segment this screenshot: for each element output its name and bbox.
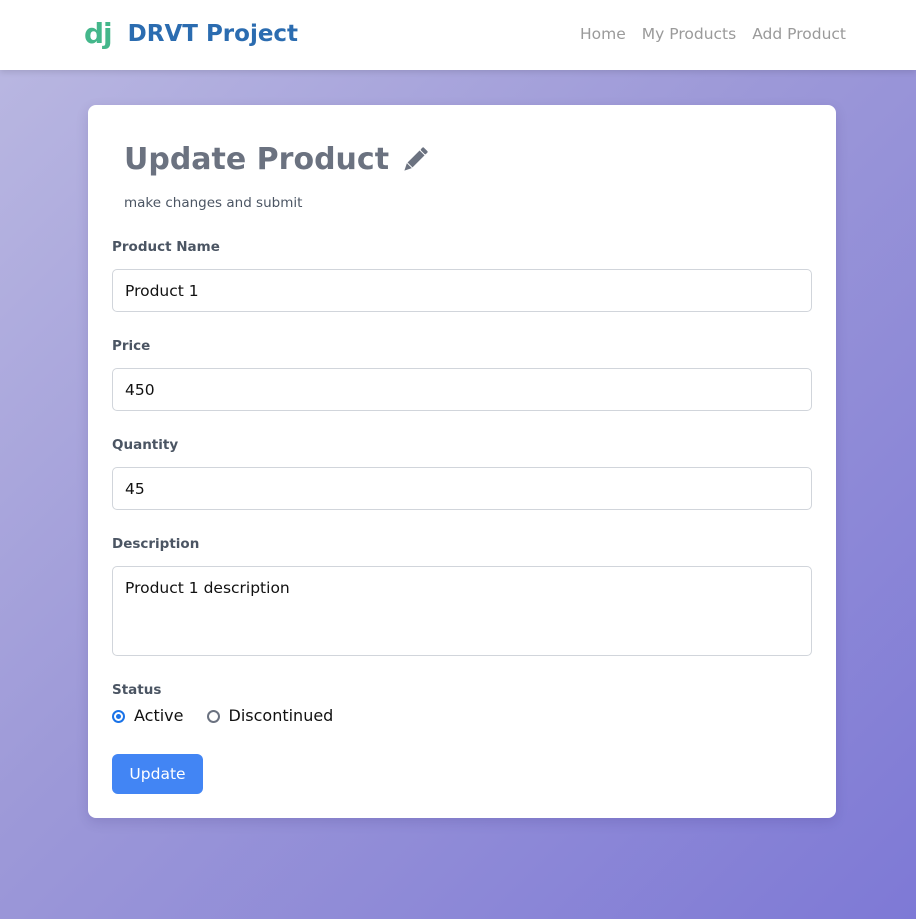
nav-link-my-products[interactable]: My Products — [642, 22, 736, 46]
status-option-label: Discontinued — [228, 706, 334, 725]
price-label: Price — [112, 338, 151, 354]
quantity-label: Quantity — [112, 437, 179, 453]
product-name-input[interactable] — [112, 269, 812, 312]
brand[interactable]: dj DRVT Project — [84, 16, 298, 52]
quantity-input[interactable] — [112, 467, 812, 510]
radio-checked-icon[interactable] — [112, 709, 125, 723]
page-title-text: Update Product — [124, 142, 390, 177]
nav-links: Home My Products Add Product — [580, 22, 846, 46]
status-option-discontinued[interactable]: Discontinued — [206, 706, 334, 726]
pencil-icon — [404, 147, 428, 171]
django-logo-icon: dj — [84, 17, 113, 50]
status-radio-group: Active Discontinued — [112, 706, 356, 726]
nav-link-add-product[interactable]: Add Product — [752, 22, 846, 46]
radio-unchecked-icon[interactable] — [206, 709, 220, 723]
description-textarea[interactable]: Product 1 description — [112, 566, 812, 656]
page-title: Update Product — [124, 139, 431, 181]
navbar: dj DRVT Project Home My Products Add Pro… — [0, 0, 916, 70]
status-option-active[interactable]: Active — [112, 706, 184, 726]
brand-title[interactable]: DRVT Project — [128, 16, 298, 52]
price-input[interactable] — [112, 368, 812, 411]
update-button[interactable]: Update — [112, 754, 203, 794]
page-subtitle: make changes and submit — [124, 195, 303, 211]
status-label: Status — [112, 682, 162, 698]
description-label: Description — [112, 536, 200, 552]
status-option-label: Active — [134, 706, 184, 725]
nav-link-home[interactable]: Home — [580, 22, 626, 46]
product-name-label: Product Name — [112, 239, 220, 255]
update-product-card: Update Product make changes and submit P… — [88, 105, 836, 818]
